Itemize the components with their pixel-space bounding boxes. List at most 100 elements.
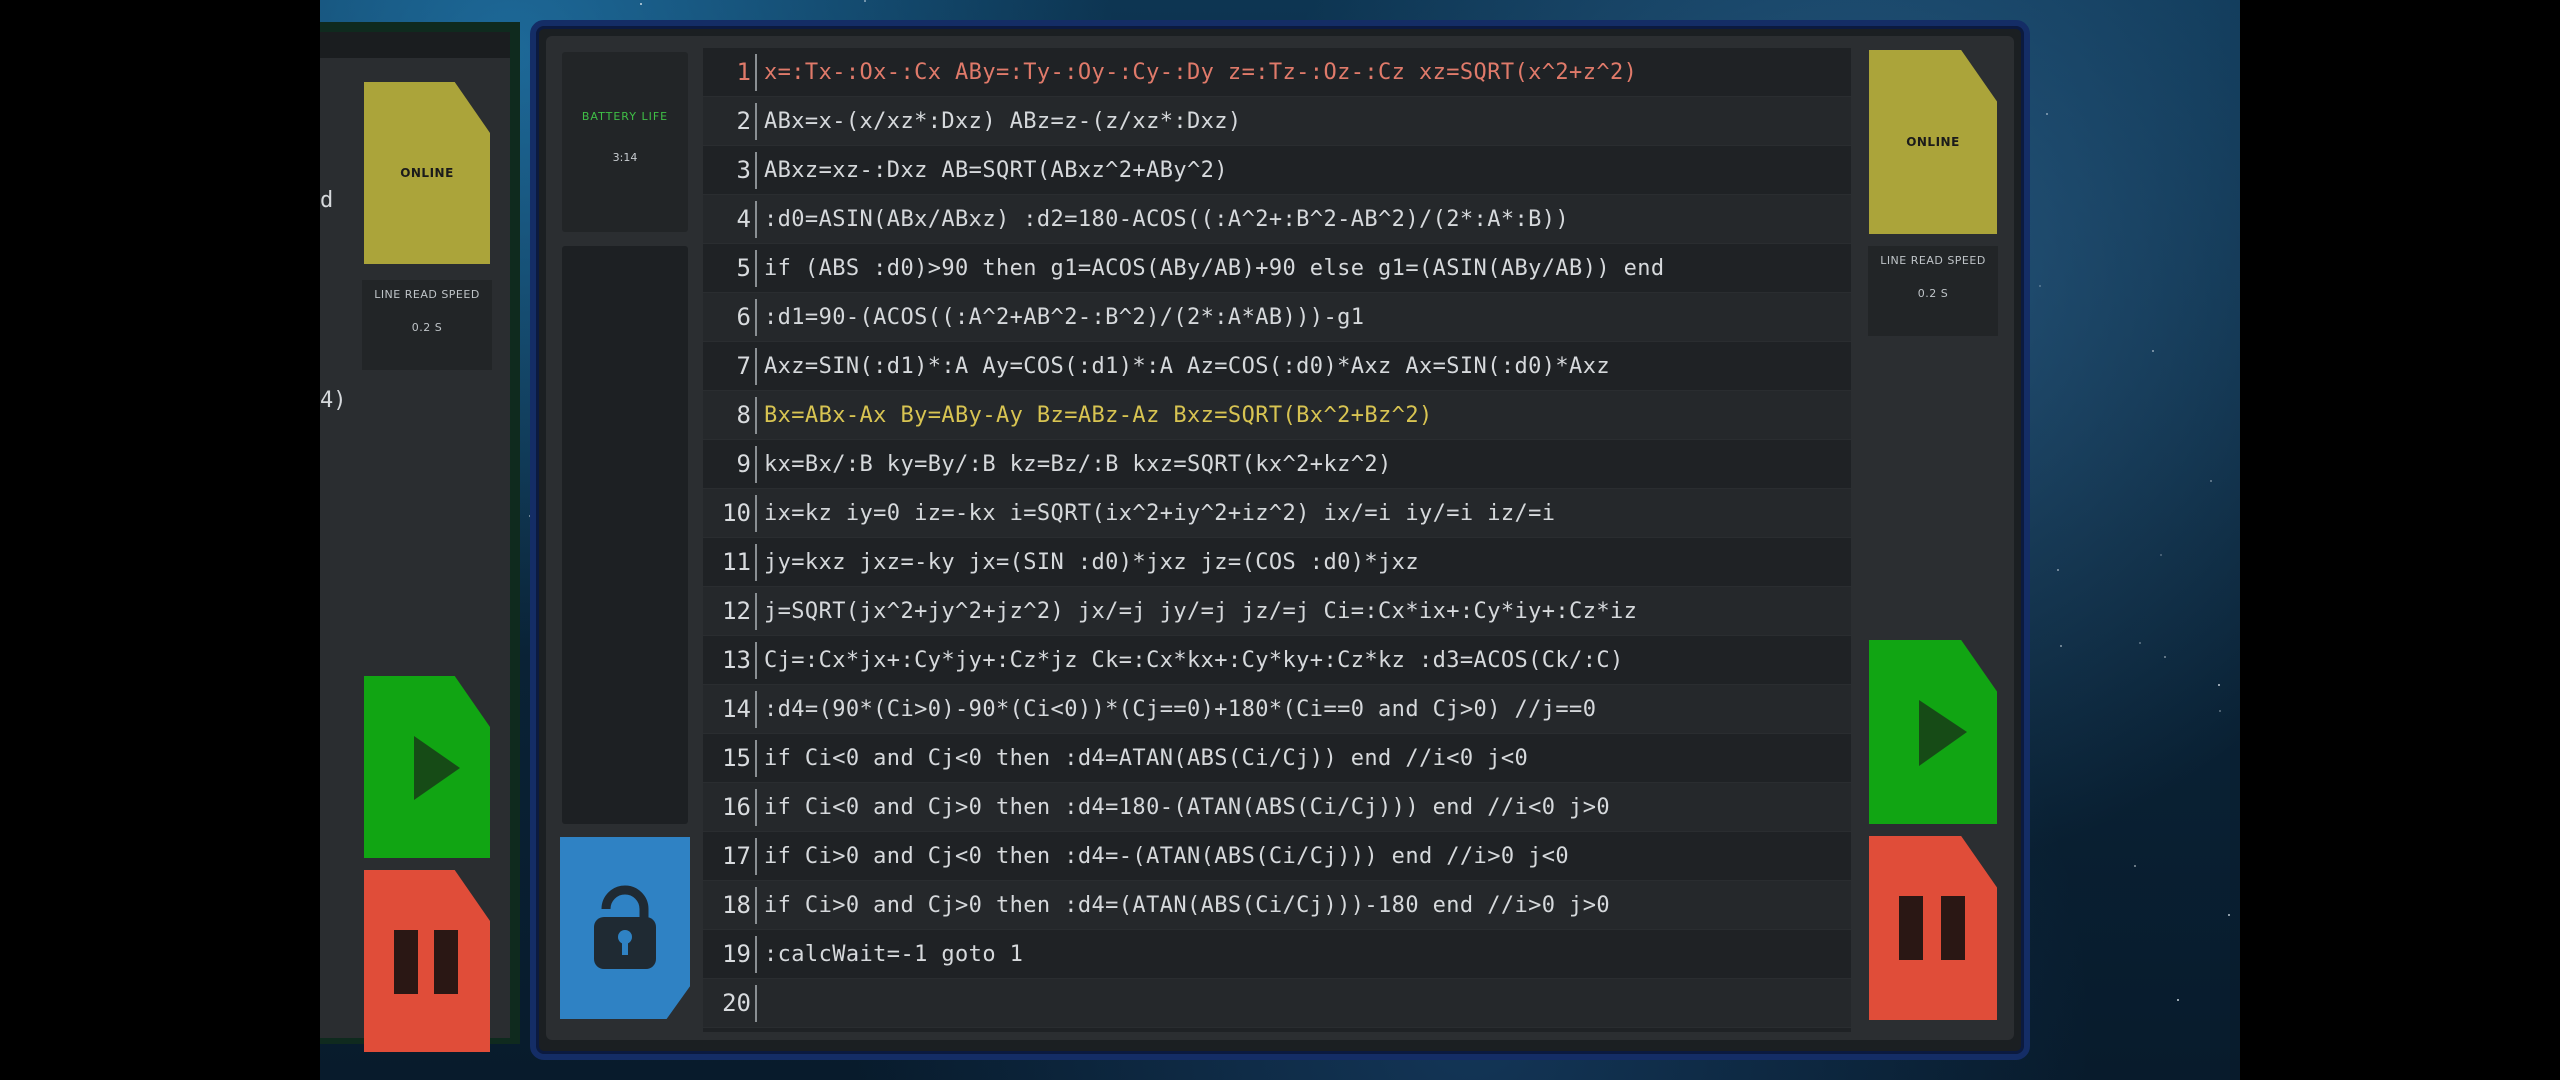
lock-button[interactable]: [560, 837, 690, 1019]
line-number: 9: [736, 450, 751, 478]
line-separator: [755, 250, 757, 287]
star: [2039, 285, 2041, 287]
pause-icon: [394, 930, 458, 994]
battery-title: BATTERY LIFE: [581, 110, 669, 123]
code-line[interactable]: 6 :d1=90-(ACOS((:A^2+AB^2-:B^2)/(2*:A*AB)…: [703, 293, 1851, 342]
line-separator: [755, 887, 757, 924]
code-line[interactable]: 13 Cj=:Cx*jx+:Cy*jy+:Cz*jz Ck=:Cx*kx+:Cy*…: [703, 636, 1851, 685]
star: [2152, 350, 2154, 352]
line-number: 12: [722, 597, 751, 625]
code-line-text[interactable]: if Ci<0 and Cj>0 then :d4=180-(ATAN(ABS(…: [764, 795, 1610, 820]
star: [2177, 999, 2179, 1001]
code-line-text[interactable]: ix=kz iy=0 iz=-kx i=SQRT(ix^2+iy^2+iz^2)…: [764, 501, 1555, 526]
line-separator: [755, 544, 757, 581]
code-line-text[interactable]: :d1=90-(ACOS((:A^2+AB^2-:B^2)/(2*:A*AB))…: [764, 305, 1364, 330]
line-number: 3: [736, 156, 751, 184]
code-line-text[interactable]: if (ABS :d0)>90 then g1=ACOS(ABy/AB)+90 …: [764, 256, 1665, 281]
play-icon: [1919, 700, 1967, 766]
left-speed-title: LINE READ SPEED: [374, 288, 480, 301]
left-line-read-speed: LINE READ SPEED 0.2 S: [362, 280, 492, 370]
code-line[interactable]: 9 kx=Bx/:B ky=By/:B kz=Bz/:B kxz=SQRT(kx^…: [703, 440, 1851, 489]
code-line-text[interactable]: :calcWait=-1 goto 1: [764, 942, 1023, 967]
code-editor[interactable]: 1 x=:Tx-:Ox-:Cx ABy=:Ty-:Oy-:Cy-:Dy z=:Tz…: [703, 48, 1851, 1032]
line-separator: [755, 642, 757, 679]
code-line[interactable]: 20: [703, 979, 1851, 1028]
line-separator: [755, 593, 757, 630]
code-line-text[interactable]: :d0=ASIN(ABx/ABxz) :d2=180-ACOS((:A^2+:B…: [764, 207, 1569, 232]
line-number: 11: [722, 548, 751, 576]
left-status-label: ONLINE: [400, 166, 454, 180]
code-line-text[interactable]: if Ci>0 and Cj>0 then :d4=(ATAN(ABS(Ci/C…: [764, 893, 1610, 918]
code-line-text[interactable]: ABxz=xz-:Dxz AB=SQRT(ABxz^2+ABy^2): [764, 158, 1228, 183]
line-number: 10: [722, 499, 751, 527]
line-number: 16: [722, 793, 751, 821]
code-line[interactable]: 19 :calcWait=-1 goto 1: [703, 930, 1851, 979]
code-line-text[interactable]: if Ci>0 and Cj<0 then :d4=-(ATAN(ABS(Ci/…: [764, 844, 1569, 869]
code-line-text[interactable]: j=SQRT(jx^2+jy^2+jz^2) jx/=j jy/=j jz/=j…: [764, 599, 1637, 624]
line-separator: [755, 348, 757, 385]
code-line-text[interactable]: kx=Bx/:B ky=By/:B kz=Bz/:B kxz=SQRT(kx^2…: [764, 452, 1392, 477]
line-separator: [755, 789, 757, 826]
code-line[interactable]: 5 if (ABS :d0)>90 then g1=ACOS(ABy/AB)+90…: [703, 244, 1851, 293]
right-play-button[interactable]: [1869, 640, 1997, 824]
line-number: 2: [736, 107, 751, 135]
line-number: 17: [722, 842, 751, 870]
left-chip-partial: ONLINE LINE READ SPEED 0.2 S d 4): [320, 22, 520, 1052]
code-line[interactable]: 1 x=:Tx-:Ox-:Cx ABy=:Ty-:Oy-:Cy-:Dy z=:Tz…: [703, 48, 1851, 97]
code-line[interactable]: 2 ABx=x-(x/xz*:Dxz) ABz=z-(z/xz*:Dxz): [703, 97, 1851, 146]
line-separator: [755, 495, 757, 532]
star: [2139, 642, 2141, 644]
code-line[interactable]: 15 if Ci<0 and Cj<0 then :d4=ATAN(ABS(Ci/…: [703, 734, 1851, 783]
star: [2219, 710, 2221, 712]
line-number: 8: [736, 401, 751, 429]
code-line[interactable]: 7 Axz=SIN(:d1)*:A Ay=COS(:d1)*:A Az=COS(:…: [703, 342, 1851, 391]
left-speed-value: 0.2 S: [411, 321, 443, 334]
code-line[interactable]: 11 jy=kxz jxz=-ky jx=(SIN :d0)*jxz jz=(CO…: [703, 538, 1851, 587]
star: [2210, 480, 2212, 482]
left-pause-button[interactable]: [364, 870, 490, 1052]
code-line[interactable]: 12 j=SQRT(jx^2+jy^2+jz^2) jx/=j jy/=j jz/…: [703, 587, 1851, 636]
star: [2218, 684, 2220, 686]
line-number: 18: [722, 891, 751, 919]
battery-panel: BATTERY LIFE 3:14: [562, 52, 688, 232]
side-empty-panel: [562, 246, 688, 824]
left-cut-text-1: d: [320, 188, 334, 213]
code-line[interactable]: 16 if Ci<0 and Cj>0 then :d4=180-(ATAN(AB…: [703, 783, 1851, 832]
pause-icon: [1899, 896, 1965, 960]
code-line-text[interactable]: if Ci<0 and Cj<0 then :d4=ATAN(ABS(Ci/Cj…: [764, 746, 1528, 771]
line-separator: [755, 54, 757, 91]
line-number: 13: [722, 646, 751, 674]
code-line[interactable]: 10 ix=kz iy=0 iz=-kx i=SQRT(ix^2+iy^2+iz^…: [703, 489, 1851, 538]
code-line[interactable]: 18 if Ci>0 and Cj>0 then :d4=(ATAN(ABS(Ci…: [703, 881, 1851, 930]
line-separator: [755, 201, 757, 238]
left-play-button[interactable]: [364, 676, 490, 858]
line-separator: [755, 152, 757, 189]
code-line[interactable]: 17 if Ci>0 and Cj<0 then :d4=-(ATAN(ABS(C…: [703, 832, 1851, 881]
code-line[interactable]: 4:d0=ASIN(ABx/ABxz) :d2=180-ACOS((:A^2+:…: [703, 195, 1851, 244]
code-line[interactable]: 3 ABxz=xz-:Dxz AB=SQRT(ABxz^2+ABy^2): [703, 146, 1851, 195]
star: [2134, 865, 2136, 867]
lock-icon: [594, 885, 656, 969]
star: [2057, 569, 2059, 571]
line-number: 19: [722, 940, 751, 968]
star: [2228, 914, 2230, 916]
code-line-text[interactable]: Cj=:Cx*jx+:Cy*jy+:Cz*jz Ck=:Cx*kx+:Cy*ky…: [764, 648, 1624, 673]
line-separator: [755, 103, 757, 140]
code-line-text[interactable]: x=:Tx-:Ox-:Cx ABy=:Ty-:Oy-:Cy-:Dy z=:Tz-…: [764, 60, 1637, 85]
code-line[interactable]: 8 Bx=ABx-Ax By=ABy-Ay Bz=ABz-Az Bxz=SQRT(…: [703, 391, 1851, 440]
line-number: 1: [736, 58, 751, 86]
code-line-text[interactable]: jy=kxz jxz=-ky jx=(SIN :d0)*jxz jz=(COS …: [764, 550, 1419, 575]
code-line-text[interactable]: Bx=ABx-Ax By=ABy-Ay Bz=ABz-Az Bxz=SQRT(B…: [764, 403, 1433, 428]
letterbox-right: [2240, 0, 2560, 1080]
code-line-text[interactable]: ABx=x-(x/xz*:Dxz) ABz=z-(z/xz*:Dxz): [764, 109, 1242, 134]
code-line-text[interactable]: :d4=(90*(Ci>0)-90*(Ci<0))*(Cj==0)+180*(C…: [764, 697, 1596, 722]
code-line[interactable]: 14:d4=(90*(Ci>0)-90*(Ci<0))*(Cj==0)+180*…: [703, 685, 1851, 734]
line-number: 5: [736, 254, 751, 282]
line-separator: [755, 397, 757, 434]
star: [2046, 113, 2048, 115]
right-pause-button[interactable]: [1869, 836, 1997, 1020]
line-number: 6: [736, 303, 751, 331]
star: [640, 3, 642, 5]
code-line-text[interactable]: Axz=SIN(:d1)*:A Ay=COS(:d1)*:A Az=COS(:d…: [764, 354, 1610, 379]
star: [2160, 554, 2162, 556]
